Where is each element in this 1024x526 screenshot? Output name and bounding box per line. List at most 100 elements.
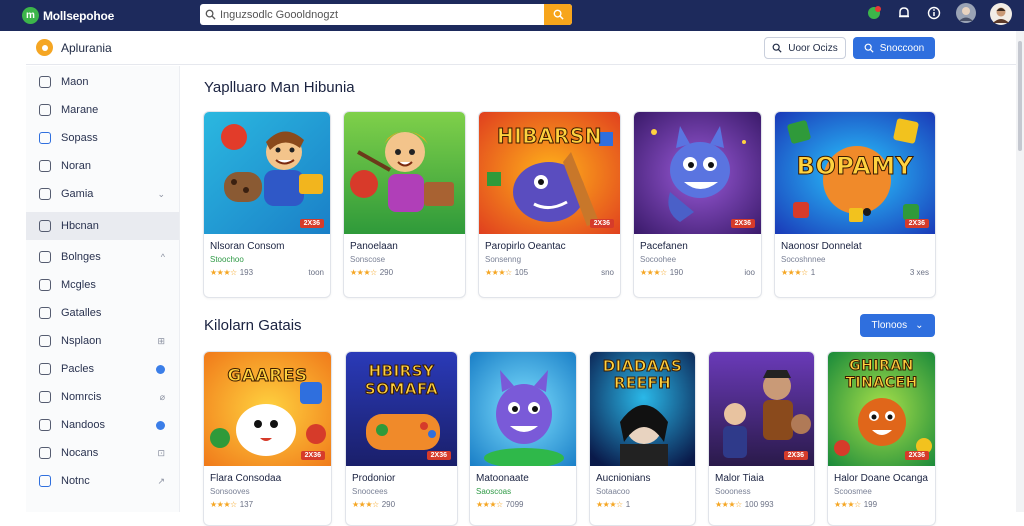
game-thumbnail xyxy=(344,112,465,234)
search-icon xyxy=(772,43,782,53)
top-bar: m Mollsepohoe xyxy=(0,0,1024,31)
card-subtitle: Sotaacoo xyxy=(596,487,630,496)
primary-button-label: Snoccoon xyxy=(879,42,925,54)
game-card[interactable]: 2X36 Nlsoran Consom Stoochoo ★★★☆ 193 toon xyxy=(203,111,331,298)
avatar[interactable] xyxy=(956,3,976,23)
game-card[interactable]: DIADAAS REEFH Aucnionians Sotaacoo ★★★☆ 1 xyxy=(589,351,696,526)
sidebar-item-mcgles[interactable]: Mcgles xyxy=(26,271,179,299)
card-meta: toon xyxy=(308,268,324,277)
card-badge: 2X36 xyxy=(904,219,929,228)
sidebar-item-marane[interactable]: Marane xyxy=(26,96,179,124)
card-badge: 2X36 xyxy=(783,451,808,460)
shield-icon xyxy=(39,307,51,319)
sidebar-item-sopass[interactable]: Sopass xyxy=(26,124,179,152)
search-button[interactable] xyxy=(544,4,572,25)
info-icon[interactable] xyxy=(926,5,942,21)
brand[interactable]: m Mollsepohoe xyxy=(22,7,202,24)
chevron-down-icon: ⌄ xyxy=(915,320,924,331)
outline-button[interactable]: Uoor Ocizs xyxy=(764,37,846,59)
sidebar-item-nsplaon[interactable]: Nsplaon ⊞ xyxy=(26,327,179,355)
rating-stars: ★★★☆ 190 xyxy=(640,268,684,277)
rating-stars: ★★★☆ 1 xyxy=(781,268,816,277)
bell-icon[interactable] xyxy=(896,5,912,21)
sidebar-item-notnc[interactable]: Notnc ↗ xyxy=(26,467,179,495)
card-title: Malor Tiaia xyxy=(715,473,764,484)
game-card[interactable]: GHIRAN TINACEH 2X36 Halor Doane Ocanga S… xyxy=(827,351,936,526)
game-card[interactable]: HIBARSN 2X36 Paropirlo Oeantac Sonsenng … xyxy=(478,111,621,298)
sidebar-item-hbcnan[interactable]: Hbcnan xyxy=(26,212,179,240)
brand-logo-icon: m xyxy=(22,7,39,24)
card-subtitle: Scoosmee xyxy=(834,487,872,496)
game-thumbnail: 2X36 xyxy=(709,352,814,466)
page-scrollbar[interactable] xyxy=(1016,31,1024,512)
browse-button-label: Tlonoos xyxy=(871,320,908,331)
search-button-icon xyxy=(553,9,564,20)
game-card[interactable]: Panoelaan Sonscose ★★★☆ 290 xyxy=(343,111,466,298)
sidebar-item-label: Bolnges xyxy=(61,251,101,263)
game-card[interactable]: 2X36 Malor Tiaia Soooness ★★★☆ 100 993 xyxy=(708,351,815,526)
card-subtitle: Sonscose xyxy=(350,255,386,264)
app-logo-icon xyxy=(36,39,53,56)
rating-stars: ★★★☆ 100 993 xyxy=(715,500,774,509)
sidebar-item-label: Noran xyxy=(61,160,91,172)
card-meta: 3 xes xyxy=(909,268,929,277)
game-card[interactable]: BOPAMY 2X36 Naonosr Donnelat Socoshnnee … xyxy=(774,111,936,298)
card-badge: 2X36 xyxy=(299,219,324,228)
card-title: Flara Consodaa xyxy=(210,473,282,484)
grid-icon xyxy=(39,220,51,232)
compass-icon xyxy=(39,391,51,403)
external-link-icon[interactable]: ↗ xyxy=(157,476,165,487)
rating-stars: ★★★☆ 290 xyxy=(350,268,394,277)
game-card[interactable]: Matoonaate Saoscoas ★★★☆ 7099 xyxy=(469,351,577,526)
gamepad-icon xyxy=(39,188,51,200)
sidebar-item-nocans[interactable]: Nocans ⊡ xyxy=(26,439,179,467)
outline-button-label: Uoor Ocizs xyxy=(788,42,838,54)
home-icon xyxy=(39,76,51,88)
search-input[interactable] xyxy=(220,4,544,25)
card-subtitle: Sonsooves xyxy=(210,487,250,496)
sidebar-item-gamia[interactable]: Gamia ⌄ xyxy=(26,180,179,208)
game-card[interactable]: HBIRSY SOMAFA 2X36 Prodonior Snoocees ★★… xyxy=(345,351,458,526)
rating-stars: ★★★☆ 199 xyxy=(834,500,878,509)
notification-icon[interactable] xyxy=(866,5,882,21)
sidebar-item-nandoos[interactable]: Nandoos xyxy=(26,411,179,439)
game-thumbnail: HBIRSY SOMAFA 2X36 xyxy=(346,352,457,466)
game-banner: HBIRSY SOMAFA xyxy=(364,362,439,399)
rating-stars: ★★★☆ 290 xyxy=(352,500,396,509)
sidebar-item-label: Gatalles xyxy=(61,307,102,319)
sidebar-item-maon[interactable]: Maon xyxy=(26,68,179,96)
sidebar-item-gatalles[interactable]: Gatalles xyxy=(26,299,179,327)
game-banner: GAARES xyxy=(227,366,308,387)
sidebar-item-noran[interactable]: Noran xyxy=(26,152,179,180)
card-subtitle: Socoohee xyxy=(640,255,677,264)
sidebar-item-label: Marane xyxy=(61,104,99,116)
chevron-up-icon[interactable]: ^ xyxy=(161,252,165,262)
scrollbar-thumb[interactable] xyxy=(1018,41,1022,151)
notification-dot-icon xyxy=(156,364,165,374)
primary-button[interactable]: Snoccoon xyxy=(853,37,935,59)
game-card[interactable]: GAARES 2X36 Flara Consodaa Sonsooves ★★★… xyxy=(203,351,332,526)
browse-dropdown-button[interactable]: Tlonoos ⌄ xyxy=(860,314,935,337)
sidebar-item-pacles[interactable]: Pacles xyxy=(26,355,179,383)
card-subtitle: Socoshnnee xyxy=(781,255,826,264)
rating-stars: ★★★☆ 137 xyxy=(210,500,254,509)
folder-icon xyxy=(39,160,51,172)
sidebar-item-label: Gamia xyxy=(61,188,94,200)
game-banner: BOPAMY xyxy=(796,152,914,181)
game-card[interactable]: 2X36 Pacefanen Socoohee ★★★☆ 190 ioo xyxy=(633,111,762,298)
profile-avatar[interactable] xyxy=(990,3,1012,25)
circle-slash-icon: ⌀ xyxy=(159,391,165,402)
chevron-down-icon[interactable]: ⌄ xyxy=(157,189,165,200)
sidebar: Maon Marane Sopass Noran Gamia ⌄ Hbcnan B… xyxy=(26,66,180,512)
card-badge: 2X36 xyxy=(426,451,451,460)
table-icon xyxy=(39,447,51,459)
search-bar[interactable] xyxy=(200,4,572,25)
sidebar-item-label: Notnc xyxy=(61,475,90,487)
card-meta: sno xyxy=(601,268,614,277)
sidebar-item-bolnges[interactable]: Bolnges ^ xyxy=(26,243,179,271)
card-subtitle: Saoscoas xyxy=(476,487,512,496)
game-thumbnail: 2X36 xyxy=(204,112,330,234)
game-thumbnail: GHIRAN TINACEH 2X36 xyxy=(828,352,935,466)
sidebar-item-nomrcis[interactable]: Nomrcis ⌀ xyxy=(26,383,179,411)
sidebar-item-label: Sopass xyxy=(61,132,98,144)
